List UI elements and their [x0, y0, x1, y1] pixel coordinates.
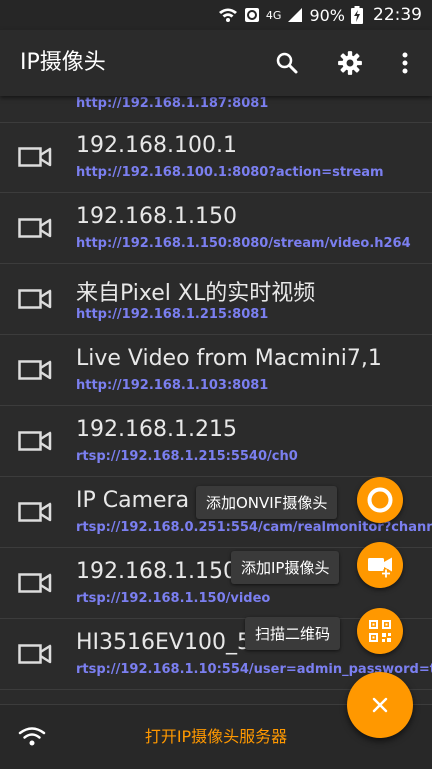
clock: 22:39: [373, 5, 422, 25]
battery-percent: 90%: [309, 5, 345, 25]
add-ip-camera-button[interactable]: [357, 542, 403, 588]
sync-status-icon: [244, 8, 259, 22]
camera-name: 192.168.100.1: [76, 133, 237, 158]
camera-name: 192.168.1.215: [76, 417, 237, 442]
scan-qr-label[interactable]: 扫描二维码: [245, 617, 341, 650]
camera-name: Live Video from Macmini7,1: [76, 346, 382, 371]
camera-row[interactable]: 192.168.1.150 http://192.168.1.150:8080/…: [0, 193, 432, 264]
status-bar: 4G 90% 22:39: [0, 0, 432, 30]
camera-url: rtsp://192.168.1.150/video: [76, 591, 271, 606]
videocam-icon: [18, 431, 52, 451]
search-icon: [276, 52, 298, 74]
camera-row[interactable]: 来自Pixel XL的实时视频 http://192.168.1.215:808…: [0, 264, 432, 335]
settings-button[interactable]: [334, 47, 366, 79]
more-options-button[interactable]: [389, 47, 421, 79]
camera-row[interactable]: 192.168.100.1 http://192.168.100.1:8080?…: [0, 122, 432, 193]
camera-url: http://192.168.1.103:8081: [76, 378, 269, 393]
videocam-icon: [18, 289, 52, 309]
add-videocam-icon: [368, 557, 392, 578]
more-vert-icon: [402, 52, 408, 74]
app-title: IP摄像头: [20, 50, 106, 75]
camera-name: 192.168.1.150: [76, 204, 237, 229]
scan-qr-button[interactable]: [357, 608, 403, 654]
videocam-icon: [18, 360, 52, 380]
settings-icon: [338, 51, 362, 75]
close-fab-button[interactable]: [347, 672, 413, 738]
camera-url: http://192.168.1.187:8081: [76, 96, 269, 111]
camera-name: IP Camera -: [76, 488, 205, 513]
onvif-icon: [367, 487, 393, 513]
camera-url: http://192.168.1.150:8080/stream/video.h…: [76, 236, 411, 251]
camera-url: http://192.168.100.1:8080?action=stream: [76, 165, 384, 180]
close-icon: [372, 697, 388, 713]
add-onvif-camera-button[interactable]: [357, 477, 403, 523]
qr-code-icon: [369, 620, 391, 642]
videocam-icon: [18, 644, 52, 664]
wifi-status-icon: [218, 8, 237, 22]
videocam-icon: [18, 147, 52, 167]
videocam-icon: [18, 218, 52, 238]
videocam-icon: [18, 502, 52, 522]
signal-icon: [288, 8, 303, 22]
camera-name: HI3516EV100_5: [76, 630, 251, 655]
camera-name: 来自Pixel XL的实时视频: [76, 281, 316, 306]
camera-row[interactable]: Live Video from Macmini7,1 http://192.16…: [0, 335, 432, 406]
search-button[interactable]: [271, 47, 303, 79]
battery-charging-icon: [351, 6, 363, 24]
status-icons: 4G 90% 22:39: [218, 0, 422, 30]
camera-row[interactable]: 192.168.1.215 rtsp://192.168.1.215:5540/…: [0, 406, 432, 477]
app-bar: IP摄像头: [0, 30, 432, 96]
add-onvif-camera-label[interactable]: 添加ONVIF摄像头: [196, 486, 338, 519]
list-item-partial[interactable]: http://192.168.1.187:8081: [0, 96, 432, 123]
camera-name: 192.168.1.150: [76, 559, 237, 584]
camera-url: http://192.168.1.215:8081: [76, 307, 269, 322]
add-ip-camera-label[interactable]: 添加IP摄像头: [231, 551, 340, 584]
camera-url: rtsp://192.168.1.215:5540/ch0: [76, 449, 298, 464]
videocam-icon: [18, 573, 52, 593]
network-type: 4G: [265, 8, 282, 22]
wifi-icon[interactable]: [18, 725, 46, 747]
